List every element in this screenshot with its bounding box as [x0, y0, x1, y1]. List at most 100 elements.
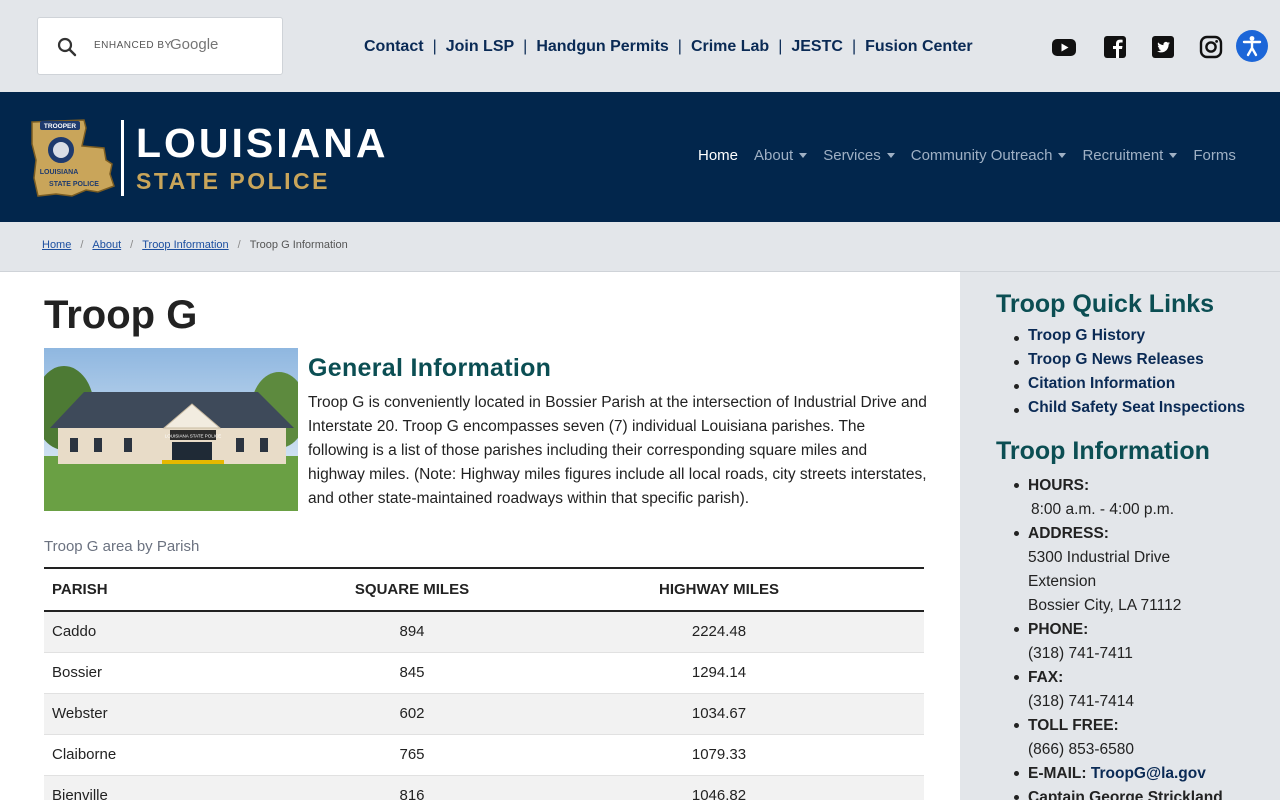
general-information-heading: General Information	[308, 354, 552, 382]
breadcrumb: Home / About / Troop Information / Troop…	[42, 239, 348, 251]
parish-cell: Claiborne	[44, 734, 310, 776]
nav-home[interactable]: Home	[698, 147, 738, 164]
chevron-down-icon	[799, 153, 808, 158]
photo-sign-text: LOUISIANA STATE POLICE	[165, 434, 222, 439]
search-icon[interactable]	[56, 36, 78, 58]
nav-community-outreach-label: Community Outreach	[910, 147, 1053, 164]
breadcrumb-home[interactable]: Home	[42, 239, 71, 251]
parish-cell: Bossier	[44, 652, 310, 694]
square-miles-cell: 765	[310, 734, 514, 776]
column-header-highway-miles: HIGHWAY MILES	[514, 567, 924, 612]
logo-subtitle[interactable]: STATE POLICE	[136, 168, 330, 195]
quick-links-heading: Troop Quick Links	[996, 290, 1215, 318]
highway-miles-cell: 1046.82	[514, 775, 924, 800]
table-row: Claiborne 765 1079.33	[44, 734, 924, 776]
nav-forms[interactable]: Forms	[1193, 147, 1236, 164]
chevron-down-icon	[1058, 153, 1067, 158]
square-miles-cell: 845	[310, 652, 514, 694]
main-navigation: Home About Services Community Outreach R…	[698, 147, 1252, 164]
captain-name: Captain George Strickland	[1028, 789, 1223, 800]
parish-table: PARISH SQUARE MILES HIGHWAY MILES Caddo …	[44, 567, 924, 800]
page-title: Troop G	[44, 293, 198, 337]
badge-top-text: TROOPER	[44, 123, 76, 130]
badge-bottom-text: STATE POLICE	[49, 181, 99, 188]
phone-label: PHONE:	[1028, 621, 1089, 638]
hours-label: HOURS:	[1028, 477, 1090, 494]
square-miles-cell: 602	[310, 693, 514, 735]
jestc-link[interactable]: JESTC	[791, 38, 843, 56]
quick-link-news-releases[interactable]: Troop G News Releases	[1013, 351, 1245, 375]
highway-miles-cell: 1079.33	[514, 734, 924, 776]
nav-services[interactable]: Services	[823, 147, 895, 164]
utility-links: Contact | Join LSP | Handgun Permits | Crim…	[364, 38, 973, 56]
table-row: Webster 602 1034.67	[44, 693, 924, 735]
toll-free-value: (866) 853-6580	[1028, 741, 1134, 758]
table-row: Bienville 816 1046.82	[44, 775, 924, 800]
troop-information-heading: Troop Information	[996, 437, 1210, 465]
column-header-square-miles: SQUARE MILES	[310, 567, 514, 612]
parish-cell: Webster	[44, 693, 310, 735]
contact-link[interactable]: Contact	[364, 38, 424, 56]
nav-about-label: About	[754, 147, 794, 164]
chevron-down-icon	[886, 153, 895, 158]
quick-link-child-safety-seat[interactable]: Child Safety Seat Inspections	[1013, 399, 1245, 423]
address-label: ADDRESS:	[1028, 525, 1109, 542]
table-header-row: PARISH SQUARE MILES HIGHWAY MILES	[44, 567, 924, 612]
table-row: Bossier 845 1294.14	[44, 652, 924, 694]
address-line-2: Extension	[1028, 573, 1097, 590]
toll-free-label: TOLL FREE:	[1028, 717, 1119, 734]
nav-forms-label: Forms	[1193, 147, 1236, 164]
nav-community-outreach[interactable]: Community Outreach	[911, 147, 1067, 164]
highway-miles-cell: 2224.48	[514, 611, 924, 653]
parish-cell: Caddo	[44, 611, 310, 653]
logo-divider	[121, 120, 124, 196]
handgun-permits-link[interactable]: Handgun Permits	[536, 38, 668, 56]
search-input[interactable]: ENHANCED BY Google	[37, 17, 283, 75]
address-line-3: Bossier City, LA 71112	[1028, 597, 1182, 614]
hours-value: 8:00 a.m. - 4:00 p.m.	[1031, 501, 1175, 518]
square-miles-cell: 816	[310, 775, 514, 800]
quick-link-history[interactable]: Troop G History	[1013, 327, 1245, 351]
fax-label: FAX:	[1028, 669, 1064, 686]
email-label: E-MAIL:	[1028, 765, 1087, 782]
accessibility-button[interactable]	[1236, 30, 1268, 62]
search-enhanced-label: ENHANCED BY	[94, 40, 172, 51]
phone-value: (318) 741-7411	[1028, 645, 1133, 662]
general-information-text: Troop G is conveniently located in Bossi…	[308, 394, 927, 507]
quick-link-citation-information[interactable]: Citation Information	[1013, 375, 1245, 399]
accessibility-icon	[1242, 36, 1262, 57]
fusion-center-link[interactable]: Fusion Center	[865, 38, 973, 56]
breadcrumb-about[interactable]: About	[92, 239, 121, 251]
crime-lab-link[interactable]: Crime Lab	[691, 38, 769, 56]
highway-miles-cell: 1034.67	[514, 693, 924, 735]
address-line-1: 5300 Industrial Drive	[1028, 549, 1171, 566]
square-miles-cell: 894	[310, 611, 514, 653]
troop-information-list: HOURS: 8:00 a.m. - 4:00 p.m. ADDRESS: 53…	[1014, 474, 1223, 800]
google-label: Google	[170, 36, 219, 53]
table-row: Caddo 894 2224.48	[44, 611, 924, 653]
chevron-down-icon	[1169, 153, 1178, 158]
parish-cell: Bienville	[44, 775, 310, 800]
nav-recruitment[interactable]: Recruitment	[1082, 147, 1178, 164]
youtube-icon[interactable]	[1051, 34, 1077, 60]
nav-services-label: Services	[823, 147, 881, 164]
quick-links-list: Troop G History Troop G News Releases Ci…	[1013, 327, 1245, 423]
nav-about[interactable]: About	[754, 147, 808, 164]
badge-mid-text: LOUISIANA	[40, 169, 79, 176]
instagram-icon[interactable]	[1198, 34, 1224, 60]
breadcrumb-troop-information[interactable]: Troop Information	[142, 239, 228, 251]
breadcrumb-bar: Home / About / Troop Information / Troop…	[0, 222, 1280, 272]
nav-home-label: Home	[698, 147, 739, 164]
facebook-icon[interactable]	[1102, 34, 1128, 60]
join-lsp-link[interactable]: Join LSP	[446, 38, 514, 56]
breadcrumb-current: Troop G Information	[249, 239, 348, 251]
column-header-parish: PARISH	[44, 567, 310, 612]
fax-value: (318) 741-7414	[1028, 693, 1134, 710]
highway-miles-cell: 1294.14	[514, 652, 924, 694]
nav-recruitment-label: Recruitment	[1082, 147, 1164, 164]
state-police-badge-logo[interactable]: TROOPER LOUISIANA STATE POLICE	[28, 116, 116, 200]
twitter-icon[interactable]	[1150, 34, 1176, 60]
table-caption: Troop G area by Parish	[44, 538, 200, 555]
email-link[interactable]: TroopG@la.gov	[1091, 765, 1206, 782]
logo-title[interactable]: LOUISIANA	[136, 120, 389, 167]
